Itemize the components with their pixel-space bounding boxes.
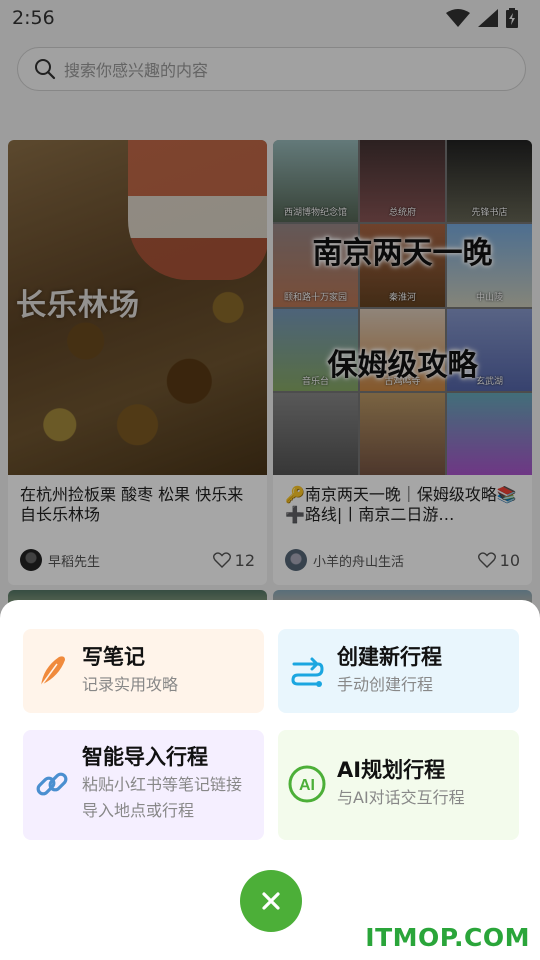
- option-subtitle: 与AI对话交互行程: [337, 788, 465, 807]
- ai-icon: AI: [288, 765, 326, 803]
- create-bottom-sheet: 写笔记 记录实用攻略 创建新行程 手动创建行程 智能导入行程 粘贴小红书等笔记链…: [0, 600, 540, 960]
- route-icon: [291, 657, 324, 687]
- option-subtitle: 粘贴小红书等笔记链接导入地点或行程: [82, 775, 243, 820]
- feather-icon: [40, 656, 65, 687]
- link-icon: [36, 772, 68, 796]
- option-text: 写笔记 记录实用攻略: [82, 642, 256, 698]
- option-title: 创建新行程: [337, 645, 442, 669]
- option-subtitle: 手动创建行程: [337, 675, 434, 694]
- option-title: 智能导入行程: [82, 745, 208, 769]
- option-text: 智能导入行程 粘贴小红书等笔记链接导入地点或行程: [82, 742, 256, 824]
- smart-import-option[interactable]: 智能导入行程 粘贴小红书等笔记链接导入地点或行程: [23, 730, 264, 840]
- create-trip-option[interactable]: 创建新行程 手动创建行程: [278, 629, 519, 713]
- option-text: AI规划行程 与AI对话交互行程: [337, 755, 511, 811]
- close-button[interactable]: [240, 870, 302, 932]
- watermark: ITMOP.COM: [365, 923, 530, 952]
- write-note-option[interactable]: 写笔记 记录实用攻略: [23, 629, 264, 713]
- svg-text:AI: AI: [299, 777, 315, 794]
- option-title: 写笔记: [82, 645, 145, 669]
- close-icon: [262, 892, 280, 910]
- ai-plan-option[interactable]: AI AI规划行程 与AI对话交互行程: [278, 730, 519, 840]
- option-title: AI规划行程: [337, 758, 446, 782]
- option-subtitle: 记录实用攻略: [82, 675, 179, 694]
- option-text: 创建新行程 手动创建行程: [337, 642, 511, 698]
